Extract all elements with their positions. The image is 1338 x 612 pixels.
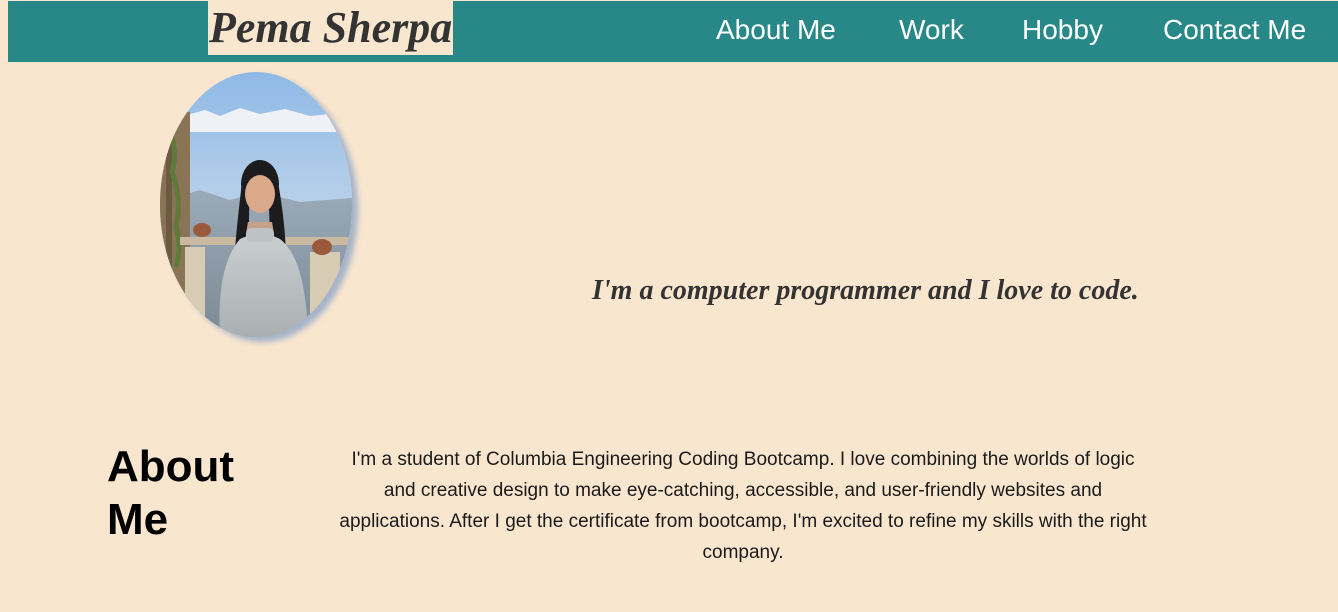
navbar: Pema Sherpa About Me Work Hobby Contact … [8, 1, 1338, 62]
hero-tagline: I'm a computer programmer and I love to … [592, 275, 1139, 306]
profile-photo-image [160, 72, 352, 337]
nav-link-hobby[interactable]: Hobby [1022, 14, 1103, 46]
nav-link-about-me[interactable]: About Me [716, 14, 836, 46]
nav-link-work[interactable]: Work [899, 14, 964, 46]
nav-link-contact-me[interactable]: Contact Me [1163, 14, 1306, 46]
profile-photo [160, 72, 352, 337]
about-me-description: I'm a student of Columbia Engineering Co… [339, 449, 1147, 563]
about-me-heading: About Me [107, 442, 235, 544]
site-brand[interactable]: Pema Sherpa [208, 1, 454, 55]
